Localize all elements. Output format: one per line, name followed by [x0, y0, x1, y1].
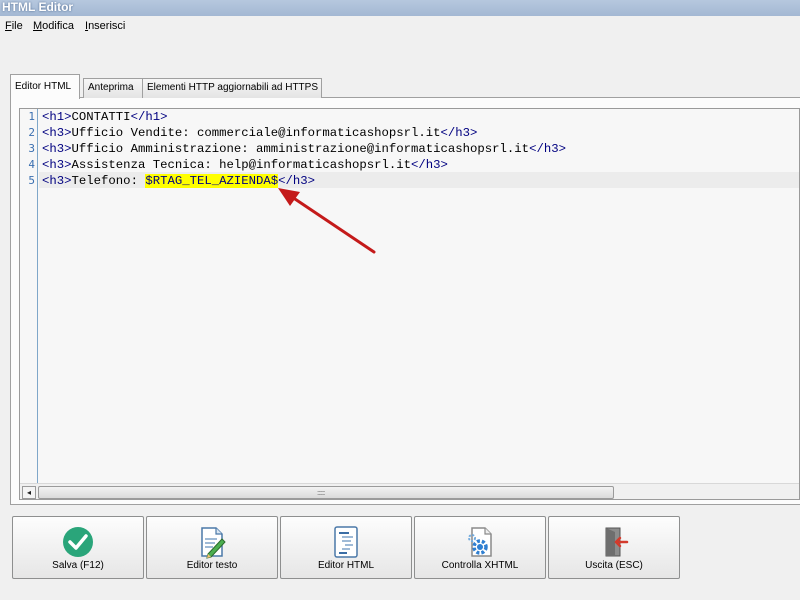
check-icon: [63, 527, 93, 557]
line-number: 3: [28, 142, 35, 155]
html-editor-button-label: Editor HTML: [317, 560, 375, 571]
save-button[interactable]: Salva (F12): [12, 516, 144, 579]
html-tag: </h3>: [529, 142, 566, 156]
scrollbar-thumb[interactable]: ::::::::: [38, 486, 614, 499]
exit-button[interactable]: Uscita (ESC): [548, 516, 680, 579]
text-editor-button-label: Editor testo: [186, 560, 238, 571]
code-text: Telefono:: [71, 174, 146, 188]
rtag-placeholder-highlight[interactable]: $RTAG_TEL_AZIENDA$: [145, 174, 279, 188]
gear-document-icon: [468, 527, 492, 557]
html-document-icon: [334, 526, 358, 558]
check-xhtml-button[interactable]: Controlla XHTML: [414, 516, 546, 579]
menu-modifica-label: odifica: [42, 20, 74, 32]
menu-bar: File Modifica Inserisci: [0, 18, 800, 36]
line-number: 1: [28, 110, 35, 123]
html-tag: <h3>: [42, 158, 72, 172]
menu-file-label: ile: [11, 20, 23, 32]
code-editor[interactable]: 1 2 3 4 5 <h1>CONTATTI</h1> <h3>Ufficio …: [19, 108, 800, 500]
menu-modifica[interactable]: Modifica: [33, 20, 74, 32]
html-tag: </h3>: [440, 126, 478, 140]
line-number: 5: [28, 174, 35, 187]
line-number: 2: [28, 126, 35, 139]
code-text: Ufficio Amministrazione: amministrazione…: [71, 142, 530, 156]
html-tag: <h3>: [42, 142, 72, 156]
horizontal-scrollbar[interactable]: ◂ ::::::::: [20, 483, 799, 499]
code-text: Ufficio Vendite: commerciale@informatica…: [71, 126, 441, 140]
scroll-left-arrow-icon[interactable]: ◂: [22, 486, 36, 499]
tab-anteprima[interactable]: Anteprima: [83, 78, 149, 98]
code-line[interactable]: <h3>Ufficio Amministrazione: amministraz…: [42, 141, 566, 157]
window-title: HTML Editor: [0, 0, 800, 16]
menu-modifica-accel: M: [33, 20, 43, 32]
code-text: Assistenza Tecnica: help@informaticashop…: [71, 158, 411, 172]
save-button-label: Salva (F12): [52, 560, 104, 571]
line-number: 4: [28, 158, 35, 171]
tab-editor-html[interactable]: Editor HTML: [10, 74, 80, 99]
code-line[interactable]: <h3>Assistenza Tecnica: help@informatica…: [42, 157, 448, 173]
code-line[interactable]: <h3>Ufficio Vendite: commerciale@informa…: [42, 125, 477, 141]
html-tag: <h3>: [42, 174, 72, 188]
check-xhtml-button-label: Controlla XHTML: [441, 560, 519, 571]
text-editor-button[interactable]: Editor testo: [146, 516, 278, 579]
annotation-arrow-icon: [278, 188, 376, 254]
tab-elementi-http[interactable]: Elementi HTTP aggiornabili ad HTTPS: [142, 78, 322, 98]
menu-inserisci[interactable]: Inserisci: [85, 20, 125, 32]
exit-button-label: Uscita (ESC): [585, 560, 643, 571]
html-tag: </h1>: [130, 110, 168, 124]
html-tag: <h3>: [42, 126, 72, 140]
scrollbar-grip-icon: ::::::::: [317, 490, 326, 497]
html-editor-button[interactable]: Editor HTML: [280, 516, 412, 579]
html-tag: </h3>: [410, 158, 448, 172]
exit-door-icon: [605, 527, 629, 557]
menu-file-accel: F: [5, 20, 12, 32]
edit-document-icon: [201, 527, 226, 559]
code-line[interactable]: <h1>CONTATTI</h1>: [42, 109, 167, 125]
code-text: CONTATTI: [71, 110, 131, 124]
html-tag: <h1>: [42, 110, 72, 124]
menu-file[interactable]: File: [5, 20, 23, 32]
line-number-gutter: 1 2 3 4 5: [20, 109, 38, 483]
menu-inserisci-label: nserisci: [88, 20, 126, 32]
